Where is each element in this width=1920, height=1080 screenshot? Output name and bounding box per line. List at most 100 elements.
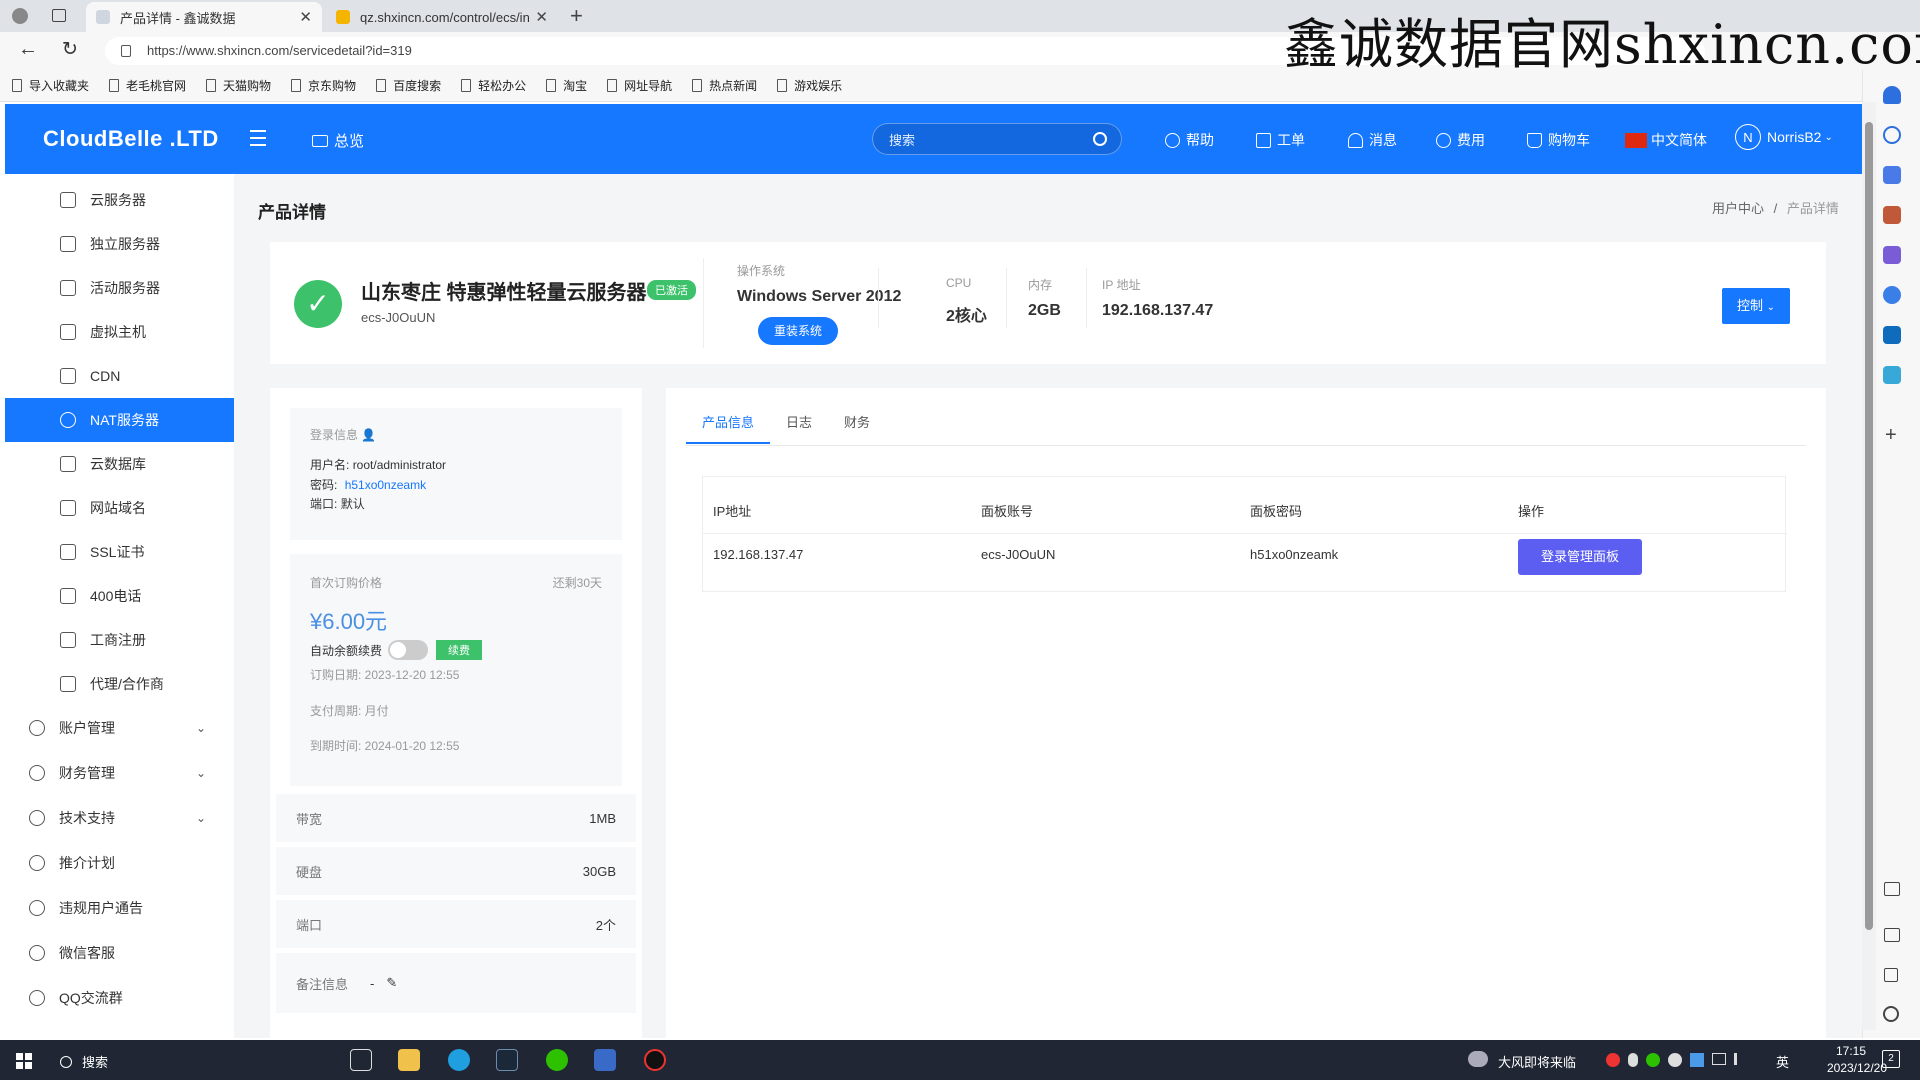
page-scrollbar[interactable] [1862, 102, 1876, 1030]
outlook-icon[interactable] [1883, 326, 1901, 344]
browser-tab[interactable]: qz.shxincn.com/control/ecs/inde ✕ [326, 2, 558, 32]
file-explorer-icon[interactable] [398, 1049, 420, 1071]
main-content: 产品详情 用户中心 / 产品详情 ✓ 山东枣庄 特惠弹性轻量云服务器 已激活 e… [234, 174, 1862, 1038]
settings-icon[interactable] [1883, 1006, 1899, 1022]
close-tab-icon[interactable]: ✕ [299, 8, 312, 26]
taskbar: 搜索 大风即将来临 英 17:15 2023/12/20 2 [0, 1040, 1920, 1080]
screenshot-icon[interactable] [1884, 882, 1900, 896]
refresh-icon[interactable]: ↻ [62, 38, 78, 61]
steam-icon[interactable] [496, 1049, 518, 1071]
bookmark-item[interactable]: 天猫购物 [206, 77, 271, 94]
bookmark-item[interactable]: 导入收藏夹 [12, 77, 89, 94]
status-badge: 已激活 [647, 280, 696, 300]
search-icon[interactable] [1883, 126, 1901, 144]
sidebar-group[interactable]: 账户管理 ⌄ [5, 706, 234, 750]
close-tab-icon[interactable]: ✕ [535, 8, 548, 26]
globe-icon [60, 412, 76, 428]
check-circle-icon [60, 676, 76, 692]
auto-renew-toggle[interactable] [388, 640, 429, 660]
scrollbar-thumb[interactable] [1865, 122, 1873, 930]
sidebar-item[interactable]: 云服务器 [5, 178, 234, 222]
nav-ticket[interactable]: 工单 [1256, 130, 1305, 150]
nav-fees[interactable]: 费用 [1436, 130, 1485, 150]
external-link-icon[interactable] [1884, 968, 1898, 982]
tab-logs[interactable]: 日志 [786, 412, 812, 431]
sidebar-group[interactable]: 财务管理 ⌄ [5, 751, 234, 795]
weather-text[interactable]: 大风即将来临 [1498, 1052, 1576, 1071]
nav-cart[interactable]: 购物车 [1527, 130, 1590, 150]
chevron-down-icon: ⌄ [1766, 302, 1776, 313]
clock-time[interactable]: 17:15 [1822, 1044, 1880, 1058]
bookmark-item[interactable]: 轻松办公 [461, 77, 526, 94]
tab-finance[interactable]: 财务 [844, 412, 870, 431]
sidebar-item[interactable]: 活动服务器 [5, 266, 234, 310]
new-tab-icon[interactable]: + [570, 3, 583, 29]
profile-icon[interactable] [12, 8, 28, 24]
bell-icon[interactable] [1883, 86, 1901, 104]
sidebar-item[interactable]: 独立服务器 [5, 222, 234, 266]
bookmark-item[interactable]: 百度搜索 [376, 77, 441, 94]
sidebar-group[interactable]: 技术支持 ⌄ [5, 796, 234, 840]
browser-tab-active[interactable]: 产品详情 - 鑫诚数据 ✕ [86, 2, 322, 32]
bookmark-item[interactable]: 淘宝 [546, 77, 587, 94]
sidebar-item[interactable]: 代理/合作商 [5, 662, 234, 706]
password-value[interactable]: h51xo0nzeamk [345, 478, 426, 492]
login-panel-button[interactable]: 登录管理面板 [1518, 539, 1642, 575]
wechat-icon[interactable] [546, 1049, 568, 1071]
ime-indicator[interactable]: 英 [1776, 1052, 1789, 1071]
remote-desktop-icon[interactable] [594, 1049, 616, 1071]
add-icon[interactable]: + [1885, 424, 1897, 447]
breadcrumb-link[interactable]: 用户中心 [1712, 201, 1764, 216]
back-icon[interactable]: ← [18, 38, 38, 61]
search-input[interactable] [889, 130, 1079, 150]
paw-icon [376, 79, 387, 92]
tag-icon[interactable] [1883, 166, 1901, 184]
tab-product-info[interactable]: 产品信息 [686, 412, 770, 444]
sidebar-item[interactable]: CDN [5, 354, 234, 398]
sidebar-item[interactable]: 虚拟主机 [5, 310, 234, 354]
notification-icon[interactable]: 2 [1882, 1050, 1900, 1068]
edit-icon[interactable]: ✎ [386, 975, 397, 991]
login-info-title: 登录信息 👤 [310, 428, 377, 442]
logo[interactable]: CloudBelle .LTD [43, 126, 219, 152]
menu-toggle-icon[interactable] [250, 130, 266, 146]
nav-messages[interactable]: 消息 [1348, 130, 1397, 150]
nav-help[interactable]: 帮助 [1165, 130, 1214, 150]
sidebar-item[interactable]: SSL证书 [5, 530, 234, 574]
taskbar-search[interactable]: 搜索 [60, 1052, 108, 1071]
sidebar-item[interactable]: 云数据库 [5, 442, 234, 486]
search-icon[interactable] [1093, 132, 1107, 146]
bookmark-item[interactable]: 网址导航 [607, 77, 672, 94]
sidebar-group[interactable]: 微信客服 [5, 931, 234, 975]
header-search[interactable] [872, 123, 1122, 155]
send-icon[interactable] [1883, 366, 1901, 384]
sidebar-item[interactable]: 400电话 [5, 574, 234, 618]
sidebar-group[interactable]: QQ交流群 [5, 976, 234, 1020]
sidebar-item[interactable]: 工商注册 [5, 618, 234, 662]
bookmark-item[interactable]: 游戏娱乐 [777, 77, 842, 94]
sidebar-group[interactable]: 违规用户通告 [5, 886, 234, 930]
tray-icons[interactable] [1606, 1053, 1756, 1067]
cpu-label: CPU [946, 276, 972, 290]
app-icon[interactable] [644, 1049, 666, 1071]
bookmark-item[interactable]: 老毛桃官网 [109, 77, 186, 94]
windows-start-icon[interactable] [16, 1053, 32, 1069]
control-dropdown-button[interactable]: 控制 ⌄ [1722, 288, 1790, 324]
edge-icon[interactable] [448, 1049, 470, 1071]
bookmark-item[interactable]: 京东购物 [291, 77, 356, 94]
tab-actions-icon[interactable] [52, 9, 66, 22]
chess-icon[interactable] [1883, 246, 1901, 264]
briefcase-icon[interactable] [1883, 206, 1901, 224]
sidebar-item[interactable]: 网站域名 [5, 486, 234, 530]
renew-button[interactable]: 续费 [436, 640, 483, 660]
nav-overview[interactable]: 总览 [312, 130, 364, 151]
sidebar-item[interactable]: NAT服务器 [5, 398, 234, 442]
bookmark-item[interactable]: 热点新闻 [692, 77, 757, 94]
copilot-icon[interactable] [1883, 286, 1901, 304]
task-view-icon[interactable] [350, 1049, 372, 1071]
user-menu[interactable]: N NorrisB2 ⌄ [1735, 124, 1833, 150]
sidebar-group[interactable]: 推介计划 [5, 841, 234, 885]
sidebar-toggle-icon[interactable] [1884, 928, 1900, 942]
nav-language[interactable]: 中文简体 [1625, 130, 1707, 150]
reinstall-button[interactable]: 重装系统 [758, 317, 838, 345]
